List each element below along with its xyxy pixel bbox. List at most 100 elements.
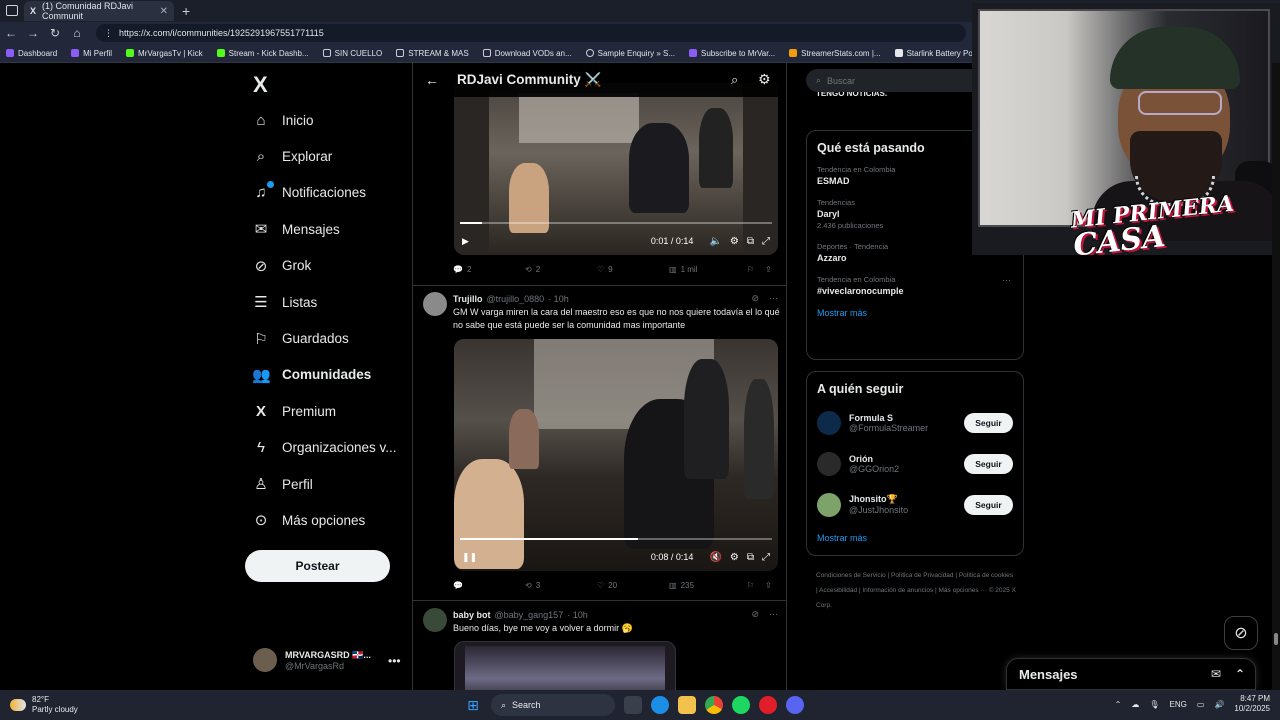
pause-icon[interactable]: ❚❚ [462, 552, 477, 563]
sidebar-item-premium[interactable]: X Premium [252, 393, 397, 429]
expand-icon[interactable]: ⌃ [1235, 667, 1245, 681]
follow-button[interactable]: Seguir [964, 453, 1013, 474]
pip-icon[interactable]: ⧉ [747, 552, 754, 563]
edge-icon[interactable] [651, 696, 669, 714]
volume-icon[interactable]: 🔊 [1214, 700, 1224, 709]
settings-icon[interactable]: ⚙ [730, 552, 739, 563]
new-tab-icon[interactable]: + [182, 3, 190, 19]
repost-button[interactable]: ⟲ 2 [525, 265, 597, 274]
media-preview[interactable] [454, 641, 676, 690]
avatar[interactable] [423, 608, 447, 632]
cloud-icon[interactable]: ☁ [1131, 700, 1139, 709]
sidebar-item-explorar[interactable]: ⌕ Explorar [252, 138, 397, 174]
share-icon[interactable]: ⇪ [765, 265, 772, 274]
tweet-author[interactable]: baby bot [453, 610, 491, 620]
sidebar-item-notificaciones[interactable]: ♫ Notificaciones [252, 175, 397, 211]
language-indicator[interactable]: ENG [1170, 700, 1187, 709]
views-button[interactable]: ▥ 1 mil [669, 265, 747, 274]
grok-fab-icon[interactable]: ⊘ [1224, 616, 1258, 650]
fullscreen-icon[interactable]: ⤢ [762, 236, 770, 247]
sidebar-item-mensajes[interactable]: ✉ Mensajes [252, 211, 397, 247]
sidebar-item-perfil[interactable]: ♙ Perfil [252, 466, 397, 502]
like-button[interactable]: ♡ 9 [597, 265, 669, 274]
volume-muted-icon[interactable]: 🔇 [709, 552, 721, 563]
video-player[interactable]: ▶ 0:01 / 0:14 🔈 ⚙ ⧉ ⤢ [454, 83, 778, 255]
more-icon[interactable]: ··· [769, 609, 778, 620]
search-icon[interactable]: ⌕ [731, 72, 738, 88]
more-icon[interactable]: ··· [769, 293, 778, 304]
tweet-time[interactable]: · 10h [548, 294, 569, 304]
home-browser-icon[interactable]: ⌂ [66, 26, 88, 40]
sidebar-item-mas-opciones[interactable]: ⊙ Más opciones [252, 502, 397, 538]
grok-icon[interactable]: ⊘ [751, 293, 759, 304]
mic-icon[interactable]: 🎙 [1149, 700, 1159, 709]
settings-icon[interactable]: ⚙ [730, 236, 739, 247]
bookmark-icon[interactable]: ⚐ [747, 581, 765, 590]
spotify-icon[interactable] [732, 696, 750, 714]
close-tab-icon[interactable]: ✕ [160, 6, 168, 17]
gear-icon[interactable]: ⚙ [758, 71, 771, 88]
url-field[interactable]: ⋮ https://x.com/i/communities/1925291967… [96, 24, 966, 42]
video-progress[interactable] [460, 222, 772, 224]
show-more-link[interactable]: Mostrar más [807, 300, 1023, 328]
sidebar-item-organizaciones[interactable]: ϟ Organizaciones v... [252, 430, 397, 466]
avatar[interactable] [423, 292, 447, 316]
reply-button[interactable]: 💬 [453, 581, 525, 590]
trend-item[interactable]: Tendencia en Colombia #viveclaronocumple ·… [807, 271, 1023, 300]
show-more-link[interactable]: Mostrar más [807, 525, 1023, 553]
post-button[interactable]: Postear [245, 550, 390, 582]
file-explorer-icon[interactable] [678, 696, 696, 714]
bookmark-item[interactable]: Mi Perfil [71, 49, 112, 58]
follow-suggestion[interactable]: Orión @GGOrion2 Seguir [807, 443, 1023, 484]
volume-icon[interactable]: 🔈 [709, 236, 721, 247]
back-arrow-icon[interactable]: ← [425, 72, 439, 88]
share-icon[interactable]: ⇪ [765, 581, 772, 590]
tweet-time[interactable]: · 10h [567, 610, 588, 620]
windows-start-icon[interactable]: ⊞ [464, 696, 482, 714]
grok-icon[interactable]: ⊘ [751, 609, 759, 620]
tweet-handle[interactable]: @baby_gang157 [495, 610, 564, 620]
refresh-icon[interactable]: ↻ [44, 26, 66, 40]
task-view-icon[interactable] [624, 696, 642, 714]
window-menu-icon[interactable] [6, 5, 18, 16]
weather-widget[interactable]: 82°F Partly cloudy [10, 695, 78, 715]
follow-suggestion[interactable]: Formula S @FormulaStreamer Seguir [807, 402, 1023, 443]
forward-icon[interactable]: → [22, 26, 44, 40]
follow-suggestion[interactable]: Jhonsito🏆 @JustJhonsito Seguir [807, 484, 1023, 525]
bookmark-folder[interactable]: SIN CUELLO [322, 49, 382, 58]
x-logo[interactable]: X [253, 72, 268, 98]
footer-links[interactable]: Condiciones de Servicio | Política de Pr… [816, 568, 1016, 613]
more-icon[interactable]: ••• [388, 654, 401, 668]
scrollbar[interactable] [1272, 63, 1280, 690]
bookmark-item[interactable]: Subscribe to MrVar... [689, 49, 775, 58]
discord-icon[interactable] [786, 696, 804, 714]
tray-chevron-icon[interactable]: ⌃ [1115, 700, 1122, 709]
bookmark-icon[interactable]: ⚐ [747, 265, 765, 274]
sidebar-item-guardados[interactable]: ⚐ Guardados [252, 320, 397, 356]
messages-drawer[interactable]: Mensajes ✉ ⌃ [1006, 658, 1256, 690]
follow-button[interactable]: Seguir [964, 412, 1013, 433]
chrome-icon[interactable] [705, 696, 723, 714]
follow-button[interactable]: Seguir [964, 494, 1013, 515]
bookmark-item[interactable]: MrVargasTv | Kick [126, 49, 203, 58]
back-icon[interactable]: ← [0, 26, 22, 40]
video-progress[interactable] [460, 538, 772, 540]
sidebar-item-grok[interactable]: ⊘ Grok [252, 248, 397, 284]
sidebar-item-inicio[interactable]: ⌂ Inicio [252, 102, 397, 138]
play-icon[interactable]: ▶ [462, 236, 469, 247]
sidebar-item-comunidades[interactable]: 👥 Comunidades [252, 357, 397, 393]
repost-button[interactable]: ⟲ 3 [525, 581, 597, 590]
views-button[interactable]: ▥ 235 [669, 581, 747, 590]
pip-icon[interactable]: ⧉ [747, 236, 754, 247]
video-player[interactable]: ❚❚ 0:08 / 0:14 🔇 ⚙ ⧉ ⤢ [454, 339, 778, 571]
opera-icon[interactable] [759, 696, 777, 714]
fullscreen-icon[interactable]: ⤢ [762, 552, 770, 563]
bookmark-item[interactable]: Dashboard [6, 49, 57, 58]
new-message-icon[interactable]: ✉ [1211, 667, 1221, 681]
bookmark-folder[interactable]: Download VODs an... [482, 49, 572, 58]
taskbar-search[interactable]: ⌕ Search [491, 694, 615, 716]
bookmark-item[interactable]: Sample Enquiry » S... [585, 49, 675, 58]
reply-button[interactable]: 💬 2 [453, 265, 525, 274]
more-icon[interactable]: ··· [1002, 275, 1011, 285]
site-info-icon[interactable]: ⋮ [104, 28, 113, 39]
